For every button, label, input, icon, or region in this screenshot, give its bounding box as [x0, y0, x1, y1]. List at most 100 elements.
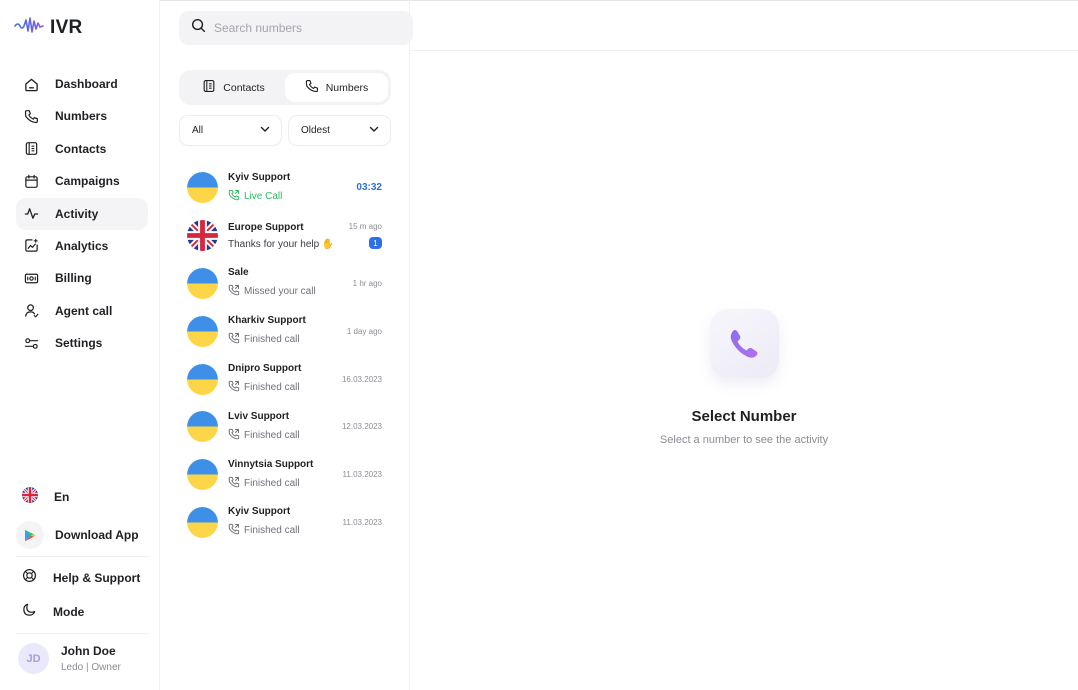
call-time: 11.03.2023 [342, 517, 382, 527]
activity-pulse-icon [22, 205, 40, 223]
call-time: 15 m ago [348, 222, 382, 232]
sidebar-item-contacts[interactable]: Contacts [16, 133, 148, 165]
tab-numbers[interactable]: Numbers [285, 73, 388, 102]
empty-state: Select Number Select a number to see the… [410, 300, 1078, 446]
call-time: 1 day ago [346, 326, 382, 336]
sidebar-item-label: Agent call [55, 303, 113, 318]
call-time: 1 hr ago [352, 278, 382, 288]
analytics-icon [22, 237, 40, 255]
sidebar-item-label: Contacts [55, 141, 107, 156]
call-list-item[interactable]: Vinnytsia Support Finished call 11.03.2023 [179, 451, 391, 499]
ukraine-flag-icon [187, 363, 218, 395]
sidebar-divider [16, 633, 148, 634]
call-status: Thanks for your help ✋ [228, 238, 335, 250]
call-list-item[interactable]: Dnipro Support Finished call 16.03.2023 [179, 355, 391, 403]
panel-tabs: Contacts Numbers [179, 70, 391, 105]
agent-icon [22, 302, 40, 320]
download-app-label: Download App [55, 528, 139, 542]
avatar: JD [18, 643, 49, 674]
google-play-icon [16, 521, 44, 549]
call-name: Lviv Support [228, 410, 290, 422]
home-icon [22, 75, 40, 93]
chevron-down-icon [259, 123, 271, 138]
call-name: Vinnytsia Support [228, 458, 314, 470]
user-profile[interactable]: JD John Doe Ledo | Owner [18, 643, 121, 674]
call-list-item[interactable]: Europe Support Thanks for your help ✋ 15 m… [179, 212, 391, 260]
tab-label: Contacts [223, 81, 265, 94]
header-divider [410, 50, 1078, 51]
call-list-item[interactable]: Kyiv Support Finished call 11.03.2023 [179, 499, 391, 547]
logo[interactable]: IVR [14, 15, 83, 40]
unread-badge: 1 [369, 237, 382, 250]
mode-toggle[interactable]: Mode [16, 598, 148, 626]
type-filter-value: All [192, 125, 204, 136]
call-status: Live Call [244, 190, 283, 202]
call-name: Kharkiv Support [228, 315, 306, 327]
sidebar-item-numbers[interactable]: Numbers [16, 100, 148, 132]
sidebar-divider [16, 556, 148, 557]
call-list-item[interactable]: Lviv Support Finished call 12.03.2023 [179, 403, 391, 451]
phone-icon [22, 107, 40, 125]
user-name: John Doe [61, 644, 116, 658]
language-label: En [54, 490, 70, 504]
download-app-button[interactable]: Download App [16, 519, 148, 551]
language-selector[interactable]: En [16, 482, 148, 512]
call-time: 12.03.2023 [341, 422, 382, 432]
call-duration: 03:32 [356, 182, 382, 194]
call-outgoing-icon [228, 284, 240, 299]
call-list-item[interactable]: Sale Missed your call 1 hr ago [179, 260, 391, 308]
call-status: Finished call [244, 334, 300, 346]
sidebar-item-settings[interactable]: Settings [16, 327, 148, 359]
call-name: Kyiv Support [228, 506, 291, 518]
sidebar-item-label: Campaigns [55, 174, 120, 189]
moon-icon [22, 602, 37, 622]
call-outgoing-icon [228, 476, 240, 491]
settings-sliders-icon [22, 334, 40, 352]
call-time: 16.03.2023 [341, 374, 382, 384]
waveform-logo-icon [14, 15, 44, 40]
sidebar-item-agent-call[interactable]: Agent call [16, 295, 148, 327]
type-filter-dropdown[interactable]: All [179, 115, 282, 146]
call-name: Sale [228, 267, 249, 279]
calls-list: Kyiv Support Live Call 03:32 Europe Support… [179, 164, 391, 546]
search-input[interactable] [214, 21, 394, 35]
sidebar-item-campaigns[interactable]: Campaigns [16, 165, 148, 197]
sidebar-item-billing[interactable]: Billing [16, 262, 148, 294]
call-status: Finished call [244, 477, 300, 489]
call-status: Finished call [244, 382, 300, 394]
call-status: Missed your call [244, 286, 316, 298]
call-outgoing-icon [228, 332, 240, 347]
call-status: Finished call [244, 429, 300, 441]
sort-dropdown[interactable]: Oldest [288, 115, 391, 146]
sidebar-item-activity[interactable]: Activity [16, 197, 148, 230]
call-outgoing-icon [228, 523, 240, 538]
ukraine-flag-icon [187, 267, 218, 299]
sidebar-item-analytics[interactable]: Analytics [16, 230, 148, 262]
empty-state-title: Select Number [691, 408, 797, 425]
search-icon [191, 18, 206, 38]
sidebar-item-label: Billing [55, 271, 92, 286]
sidebar-nav: Dashboard Numbers Contacts Campaigns Act… [16, 68, 148, 360]
live-call-icon [228, 189, 240, 204]
sidebar-item-label: Numbers [55, 109, 108, 124]
call-status: Finished call [244, 525, 300, 537]
sidebar-item-dashboard[interactable]: Dashboard [16, 68, 148, 100]
search-bar[interactable] [179, 11, 413, 45]
call-list-item[interactable]: Kyiv Support Live Call 03:32 [179, 164, 391, 212]
call-name: Europe Support [228, 221, 304, 233]
sidebar-item-label: Activity [55, 206, 99, 221]
contacts-book-icon [202, 79, 216, 96]
call-outgoing-icon [228, 380, 240, 395]
help-support-button[interactable]: Help & Support [16, 564, 148, 592]
tab-contacts[interactable]: Contacts [182, 73, 285, 102]
chevron-down-icon [368, 123, 380, 138]
sidebar-item-label: Settings [55, 336, 103, 351]
billing-icon [22, 269, 40, 287]
call-list-item[interactable]: Kharkiv Support Finished call 1 day ago [179, 307, 391, 355]
calendar-icon [22, 172, 40, 190]
empty-state-subtitle: Select a number to see the activity [659, 434, 829, 446]
mode-label: Mode [53, 605, 85, 619]
filters: All Oldest [179, 115, 391, 146]
phone-gradient-icon [709, 309, 779, 378]
phone-icon [305, 79, 319, 96]
